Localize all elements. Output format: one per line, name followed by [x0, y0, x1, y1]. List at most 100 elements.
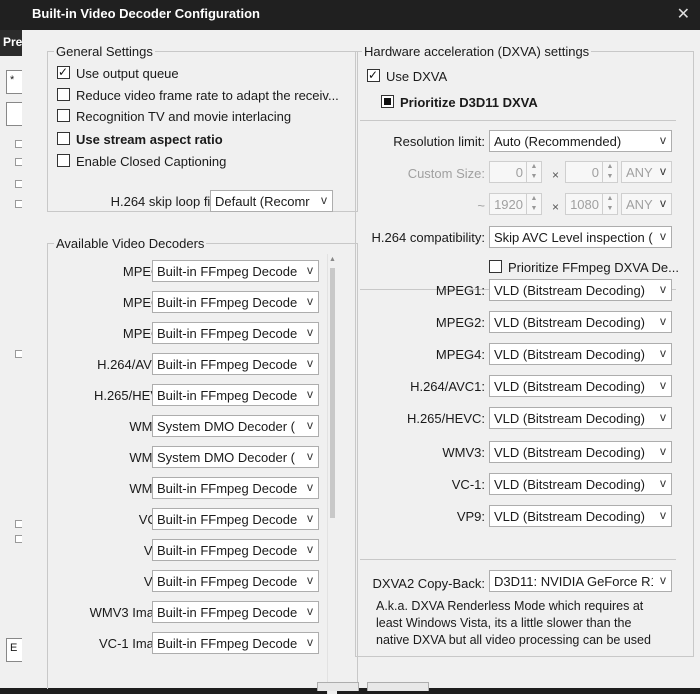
- chevron-down-icon: v: [660, 314, 666, 328]
- close-icon[interactable]: ✕: [677, 4, 690, 24]
- chevron-down-icon: v: [321, 193, 327, 207]
- dxva-mode-dropdown[interactable]: VLD (Bitstream Decoding) v: [489, 473, 672, 495]
- general-settings-legend: General Settings: [54, 44, 155, 59]
- dxva-mode-dropdown[interactable]: VLD (Bitstream Decoding) v: [489, 375, 672, 397]
- custom-height-max-spinner[interactable]: 1080 ▲ ▼: [565, 193, 618, 215]
- custom-max-any-dropdown[interactable]: ANY v: [621, 193, 672, 215]
- dxva-mode-label: H.264/AVC1:: [410, 379, 485, 394]
- background-tree-node: [15, 180, 22, 188]
- decoder-config-dialog: General Settings Use output queue Reduce…: [22, 30, 700, 694]
- dxva-mode-dropdown[interactable]: VLD (Bitstream Decoding) v: [489, 441, 672, 463]
- spinner-icon[interactable]: ▲ ▼: [602, 162, 617, 182]
- chevron-down-icon: v: [660, 164, 666, 178]
- skip-loop-dropdown[interactable]: Default (Recomr v: [210, 190, 333, 212]
- tilde-label: ~: [477, 198, 485, 213]
- dxva-mode-dropdown[interactable]: VLD (Bitstream Decoding) v: [489, 407, 672, 429]
- stream-aspect-checkbox[interactable]: Use stream aspect ratio: [57, 131, 223, 149]
- decoder-dropdown[interactable]: Built-in FFmpeg Decode v: [152, 570, 319, 592]
- chevron-down-icon: v: [660, 196, 666, 210]
- chevron-down-icon: v: [307, 511, 313, 525]
- dxva-mode-dropdown[interactable]: VLD (Bitstream Decoding) v: [489, 279, 672, 301]
- chevron-down-icon: v: [307, 263, 313, 277]
- background-tree-node: [15, 158, 22, 166]
- dxva-mode-label: WMV3:: [442, 445, 485, 460]
- use-output-queue-checkbox[interactable]: Use output queue: [57, 63, 179, 83]
- chevron-down-icon: v: [660, 282, 666, 296]
- checkbox-indeterminate-icon: [381, 95, 394, 108]
- decoder-dropdown[interactable]: Built-in FFmpeg Decode v: [152, 291, 319, 313]
- custom-min-any-dropdown[interactable]: ANY v: [621, 161, 672, 183]
- chevron-down-icon: v: [660, 133, 666, 147]
- background-tree-node: [15, 140, 22, 148]
- background-app-field-3: E: [6, 638, 22, 662]
- prioritize-d3d11-checkbox[interactable]: Prioritize D3D11 DXVA: [381, 94, 538, 112]
- resolution-limit-dropdown[interactable]: Auto (Recommended) v: [489, 130, 672, 152]
- copyback-label: DXVA2 Copy-Back:: [372, 576, 485, 591]
- times-symbol: ×: [552, 200, 560, 214]
- background-tree-node: [15, 350, 22, 358]
- background-tree-node: [15, 535, 22, 543]
- ok-button[interactable]: [317, 682, 359, 691]
- checkbox-icon: [57, 154, 70, 167]
- checkbox-checked-icon: [57, 63, 70, 81]
- checkbox-checked-icon: [367, 66, 380, 84]
- decoder-dropdown[interactable]: Built-in FFmpeg Decode v: [152, 353, 319, 375]
- chevron-down-icon: v: [307, 294, 313, 308]
- separator: [360, 559, 676, 560]
- decoder-dropdown[interactable]: System DMO Decoder (v: [152, 446, 319, 468]
- dxva-settings-group: Hardware acceleration (DXVA) settings Us…: [355, 44, 694, 657]
- dxva-mode-label: MPEG4:: [435, 347, 485, 362]
- dxva-mode-dropdown[interactable]: VLD (Bitstream Decoding) v: [489, 343, 672, 365]
- custom-height-min-spinner[interactable]: 0 ▲ ▼: [565, 161, 618, 183]
- chevron-down-icon: v: [307, 325, 313, 339]
- cancel-button[interactable]: [367, 682, 429, 691]
- chevron-down-icon: v: [307, 635, 313, 649]
- h264-compat-dropdown[interactable]: Skip AVC Level inspection (v: [489, 226, 672, 248]
- closed-captioning-checkbox[interactable]: Enable Closed Captioning: [57, 153, 226, 171]
- video-decoders-legend: Available Video Decoders: [54, 236, 207, 251]
- decoder-dropdown[interactable]: Built-in FFmpeg Decode v: [152, 260, 319, 282]
- decoder-dropdown[interactable]: Built-in FFmpeg Decode v: [152, 322, 319, 344]
- dxva-mode-dropdown[interactable]: VLD (Bitstream Decoding) v: [489, 505, 672, 527]
- custom-width-min-spinner[interactable]: 0 ▲ ▼: [489, 161, 542, 183]
- title-bar: Built-in Video Decoder Configuration ✕: [0, 0, 700, 30]
- decoder-dropdown[interactable]: Built-in FFmpeg Decode v: [152, 477, 319, 499]
- prioritize-ffmpeg-dxva-checkbox[interactable]: Prioritize FFmpeg DXVA De...: [489, 259, 679, 277]
- chevron-down-icon: v: [307, 418, 313, 432]
- scroll-up-icon[interactable]: ▲: [328, 256, 337, 263]
- background-app-window: Pre * E: [0, 30, 22, 688]
- spinner-icon[interactable]: ▲ ▼: [602, 194, 617, 214]
- dxva-mode-label: VC-1:: [451, 477, 485, 492]
- reduce-frame-rate-checkbox[interactable]: Reduce video frame rate to adapt the rec…: [57, 87, 339, 105]
- chevron-down-icon: v: [660, 410, 666, 424]
- custom-size-label: Custom Size:: [407, 166, 485, 181]
- background-app-title: Pre: [0, 30, 22, 56]
- background-app-field: *: [6, 70, 22, 94]
- scrollbar-thumb[interactable]: [330, 268, 335, 518]
- checkbox-icon: [57, 88, 70, 101]
- decoder-dropdown[interactable]: Built-in FFmpeg Decode v: [152, 384, 319, 406]
- chevron-down-icon: v: [660, 229, 666, 243]
- decoder-dropdown[interactable]: Built-in FFmpeg Decode v: [152, 632, 319, 654]
- chevron-down-icon: v: [307, 573, 313, 587]
- spinner-icon[interactable]: ▲ ▼: [526, 194, 541, 214]
- decoder-dropdown[interactable]: Built-in FFmpeg Decode v: [152, 508, 319, 530]
- chevron-down-icon: v: [307, 542, 313, 556]
- decoder-dropdown[interactable]: Built-in FFmpeg Decode v: [152, 539, 319, 561]
- copyback-description: A.k.a. DXVA Renderless Mode which requir…: [376, 599, 651, 647]
- dxva-mode-dropdown[interactable]: VLD (Bitstream Decoding) v: [489, 311, 672, 333]
- decoder-dropdown[interactable]: Built-in FFmpeg Decode v: [152, 601, 319, 623]
- copyback-dropdown[interactable]: D3D11: NVIDIA GeForce R1 v: [489, 570, 672, 592]
- chevron-down-icon: v: [660, 378, 666, 392]
- chevron-down-icon: v: [307, 604, 313, 618]
- recognition-tv-checkbox[interactable]: Recognition TV and movie interlacing: [57, 108, 291, 126]
- use-dxva-checkbox[interactable]: Use DXVA: [367, 66, 447, 86]
- general-settings-group: General Settings Use output queue Reduce…: [47, 44, 358, 212]
- dxva-settings-legend: Hardware acceleration (DXVA) settings: [362, 44, 592, 59]
- background-app-field-2: [6, 102, 22, 126]
- spinner-icon[interactable]: ▲ ▼: [526, 162, 541, 182]
- decoder-scrollbar[interactable]: ▲: [327, 254, 337, 694]
- chevron-down-icon: v: [660, 476, 666, 490]
- custom-width-max-spinner[interactable]: 1920 ▲ ▼: [489, 193, 542, 215]
- decoder-dropdown[interactable]: System DMO Decoder (v: [152, 415, 319, 437]
